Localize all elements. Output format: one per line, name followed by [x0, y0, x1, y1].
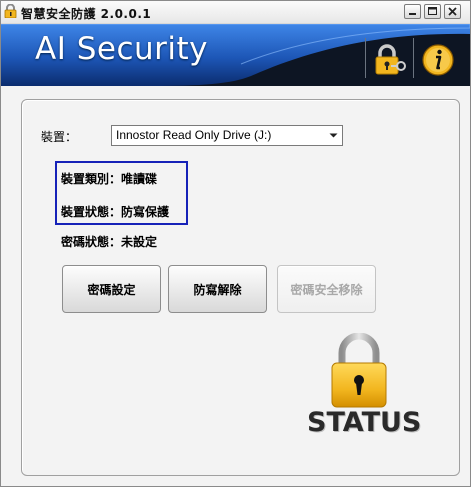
maximize-icon [428, 7, 437, 15]
device-select-value: Innostor Read Only Drive (J:) [116, 128, 272, 142]
info-button[interactable] [421, 42, 455, 78]
banner-separator [413, 38, 414, 78]
password-state-text: 密碼狀態：未設定 [61, 235, 158, 249]
chevron-down-icon[interactable] [325, 126, 342, 145]
status-label: STATUS [307, 407, 422, 438]
header-banner: AI Security [1, 24, 470, 86]
close-button[interactable] [444, 4, 461, 19]
close-icon [448, 7, 457, 16]
banner-title: AI Security [35, 31, 209, 67]
device-state-text: 裝置狀態：防寫保護 [61, 205, 170, 219]
device-select[interactable]: Innostor Read Only Drive (J:) [111, 125, 343, 146]
window-title: 智慧安全防護 2.0.0.1 [21, 7, 152, 21]
padlock-icon [331, 333, 387, 408]
title-bar[interactable]: 智慧安全防護 2.0.0.1 [1, 1, 470, 24]
minimize-icon [409, 13, 416, 15]
maximize-button[interactable] [424, 4, 441, 19]
release-protect-button[interactable]: 防寫解除 [168, 265, 267, 313]
banner-separator [365, 38, 366, 78]
minimize-button[interactable] [404, 4, 421, 19]
device-type-text: 裝置類別：唯讀碟 [61, 172, 158, 186]
device-label: 裝置： [41, 130, 78, 144]
lock-key-button[interactable] [371, 42, 407, 78]
info-icon [422, 44, 454, 76]
lock-key-icon [375, 44, 406, 75]
set-password-button[interactable]: 密碼設定 [62, 265, 161, 313]
remove-password-button[interactable]: 密碼安全移除 [277, 265, 376, 313]
app-lock-icon [4, 4, 17, 18]
app-window: 智慧安全防護 2.0.0.1 AI Security 裝置： Innostor … [0, 0, 471, 487]
